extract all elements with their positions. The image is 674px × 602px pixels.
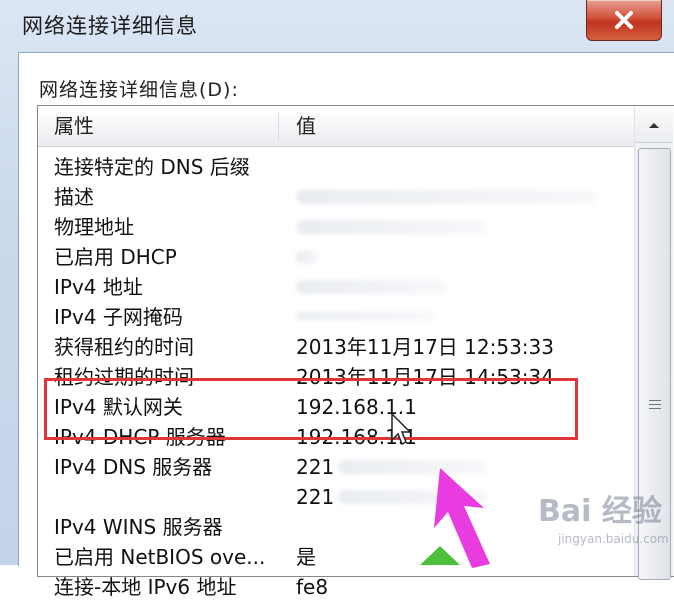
property-name: 连接特定的 DNS 后缀 xyxy=(54,155,250,179)
list-item[interactable]: 获得租约的时间 2013年11月17日 12:53:33 xyxy=(38,332,634,362)
list-item[interactable]: IPv4 子网掩码 xyxy=(38,302,634,332)
redacted-value xyxy=(296,190,596,204)
redacted-value xyxy=(296,220,486,234)
list-item[interactable]: IPv4 DNS 服务器 221 xyxy=(38,452,634,482)
mouse-cursor-icon xyxy=(390,412,414,452)
property-name: 获得租约的时间 xyxy=(54,335,194,359)
property-value: 2013年11月17日 12:53:33 xyxy=(296,335,554,359)
scroll-up-button[interactable] xyxy=(635,106,673,143)
baidu-watermark: Bai 经验 jingyan.baidu.com xyxy=(538,486,669,556)
property-name: 已启用 NetBIOS ove... xyxy=(54,545,266,569)
property-name: IPv4 地址 xyxy=(54,275,143,299)
column-header-value[interactable]: 值 xyxy=(296,106,316,146)
list-item[interactable]: 已启用 DHCP xyxy=(38,242,634,272)
list-item[interactable]: 物理地址 xyxy=(38,212,634,242)
scroll-grip-icon xyxy=(649,397,661,411)
list-item[interactable]: 连接特定的 DNS 后缀 xyxy=(38,152,634,182)
property-value: 是 xyxy=(296,545,316,569)
dialog-window: 网络连接详细信息 网络连接详细信息(D): 属性 值 连接特定的 DNS 后缀 xyxy=(0,0,674,599)
property-name: 连接-本地 IPv6 地址 xyxy=(54,575,237,599)
title-bar[interactable]: 网络连接详细信息 xyxy=(0,0,674,52)
property-name: 描述 xyxy=(54,185,94,209)
property-name: IPv4 子网掩码 xyxy=(54,305,183,329)
list-item[interactable]: 连接-本地 IPv6 地址 fe8 xyxy=(38,572,634,602)
watermark-subtext: jingyan.baidu.com xyxy=(558,532,669,546)
property-value: fe8 xyxy=(296,575,329,599)
window-title: 网络连接详细信息 xyxy=(22,14,198,38)
redacted-value xyxy=(296,312,436,320)
highlight-rectangle xyxy=(44,378,578,440)
property-name: 已启用 DHCP xyxy=(54,245,177,269)
property-name: IPv4 DNS 服务器 xyxy=(54,455,213,479)
column-divider[interactable] xyxy=(278,112,279,142)
list-item[interactable]: 描述 xyxy=(38,182,634,212)
green-arrow-icon xyxy=(420,546,460,569)
property-value: 221 xyxy=(296,485,335,509)
scroll-up-arrow-icon xyxy=(647,115,661,134)
redacted-value xyxy=(296,250,318,264)
column-header-property[interactable]: 属性 xyxy=(54,106,94,146)
watermark-text: Bai 经验 xyxy=(538,494,662,529)
close-button[interactable] xyxy=(586,0,662,41)
list-item[interactable]: IPv4 地址 xyxy=(38,272,634,302)
details-label: 网络连接详细信息(D): xyxy=(39,79,239,101)
property-value: 221 xyxy=(296,455,335,479)
close-icon xyxy=(613,10,635,30)
redacted-value xyxy=(296,280,446,294)
list-header: 属性 值 xyxy=(38,106,634,147)
property-name: IPv4 WINS 服务器 xyxy=(54,515,223,539)
property-name: 物理地址 xyxy=(54,215,134,239)
